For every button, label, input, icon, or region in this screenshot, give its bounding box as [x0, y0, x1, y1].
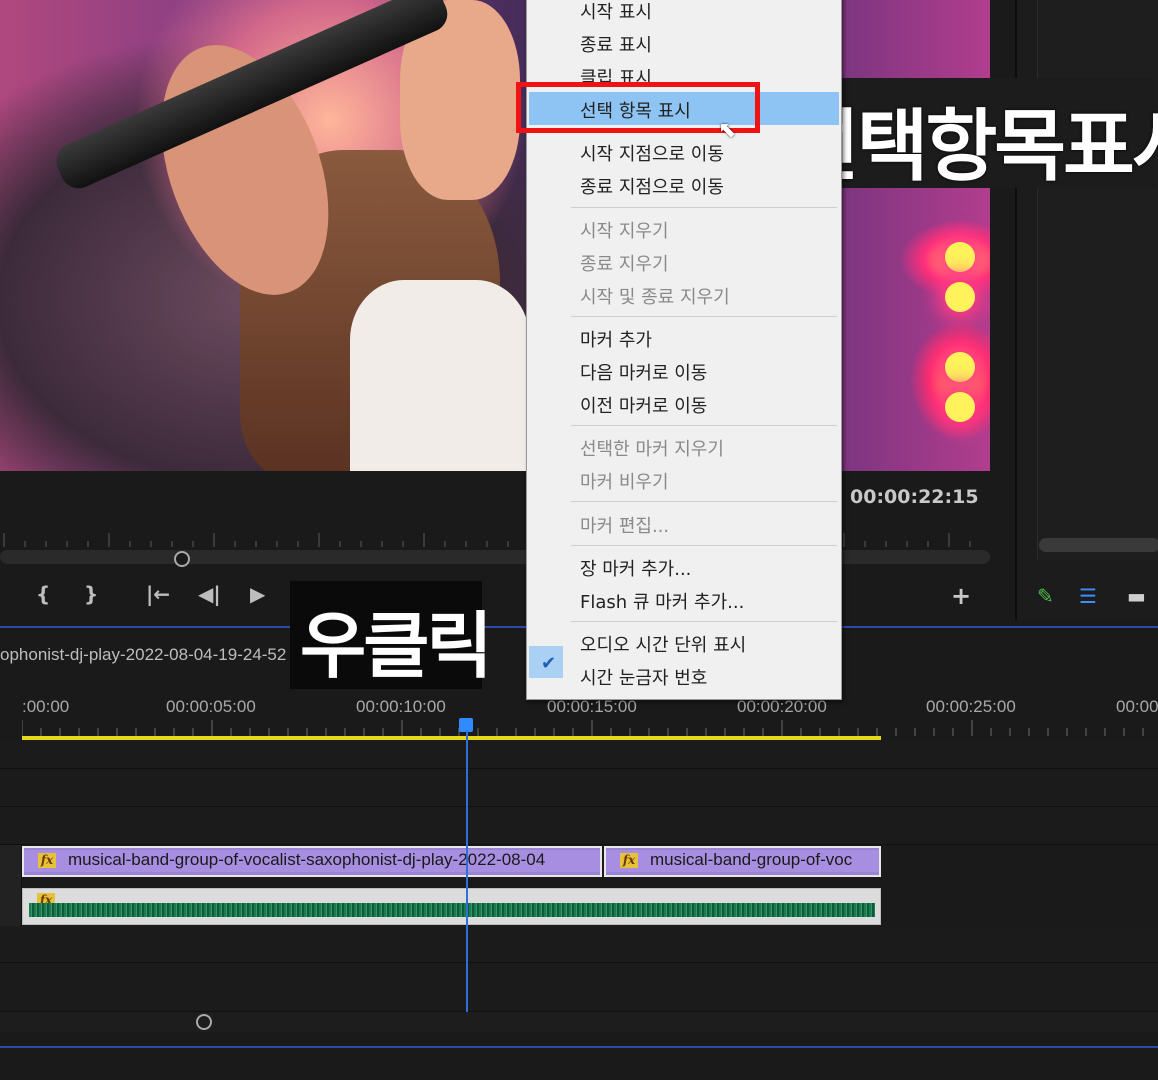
video-track-2[interactable] [0, 769, 1158, 807]
play-button[interactable]: ▶ [250, 582, 265, 606]
timeline-timecode-label: 00:00:20:00 [737, 697, 827, 716]
menu-item-clear-in[interactable]: 시작 지우기 [527, 212, 841, 245]
monitor-zoom-handle[interactable] [174, 551, 190, 567]
menu-item-previous-marker[interactable]: 이전 마커로 이동 [527, 387, 841, 420]
icon-view-icon[interactable]: ▬ [1127, 584, 1146, 608]
fx-badge-icon: fx [620, 853, 638, 868]
right-click-caption: 우클릭 [290, 581, 493, 689]
video-subject-top [350, 280, 530, 471]
clip-label: musical-band-group-of-vocalist-saxophoni… [68, 850, 546, 869]
menu-separator [571, 207, 837, 208]
menu-item-go-to-out[interactable]: 종료 지점으로 이동 [527, 168, 841, 201]
sequence-tab-name[interactable]: ophonist-dj-play-2022-08-04-19-24-52 [0, 645, 286, 665]
caption-text: 우클릭 [300, 604, 493, 688]
video-stage-light [945, 352, 975, 382]
menu-separator [571, 425, 837, 426]
timeline-timecode-label: 00:00:15:00 [547, 697, 637, 716]
button-editor-plus-button[interactable]: + [951, 582, 971, 610]
mark-out-button[interactable]: } [84, 582, 98, 606]
menu-separator [571, 621, 837, 622]
mark-in-button[interactable]: { [36, 582, 50, 606]
menu-item-show-audio-time-units[interactable]: 오디오 시간 단위 표시 [527, 626, 841, 659]
menu-item-add-flash-cue-marker[interactable]: Flash 큐 마커 추가... [527, 583, 841, 616]
menu-item-clear-selected-marker[interactable]: 선택한 마커 지우기 [527, 430, 841, 463]
go-to-in-button[interactable]: |← [146, 582, 170, 606]
video-stage-light [945, 242, 975, 272]
pencil-icon[interactable]: ✎ [1037, 584, 1054, 608]
right-panel-scrollbar[interactable] [1039, 538, 1158, 552]
video-track-3[interactable] [0, 740, 1158, 769]
menu-separator [571, 316, 837, 317]
mouse-cursor-icon: ⬉ [718, 118, 737, 143]
playhead-timecode[interactable]: 00:00:22:15 [850, 486, 979, 508]
audio-clip[interactable]: fx [22, 888, 881, 925]
playhead-line[interactable] [466, 730, 468, 1012]
menu-separator [571, 545, 837, 546]
video-clip[interactable]: fx musical-band-group-of-voc [604, 846, 881, 877]
step-back-button[interactable]: ◀| [198, 582, 221, 606]
timeline-timecode-label: :00:00 [22, 697, 70, 716]
audio-track-3[interactable] [0, 963, 1158, 1012]
timeline-zoom-handle[interactable] [196, 1014, 212, 1030]
menu-item-add-chapter-marker[interactable]: 장 마커 추가... [527, 550, 841, 583]
menu-item-clear-markers[interactable]: 마커 비우기 [527, 463, 841, 496]
clip-label: musical-band-group-of-voc [650, 850, 853, 869]
panel-divider [0, 1046, 1158, 1048]
menu-item-time-ruler-numbers[interactable]: 시간 눈금자 번호 [527, 659, 841, 692]
fx-badge-icon: fx [38, 853, 56, 868]
audio-track-2[interactable] [0, 926, 1158, 963]
menu-item-mark-in[interactable]: 시작 표시 [527, 0, 841, 26]
menu-item-go-to-in[interactable]: 시작 지점으로 이동 [527, 135, 841, 168]
timeline-timecode-label: 00:00:05:00 [166, 697, 256, 716]
video-track-1-upper[interactable] [0, 807, 1158, 845]
video-stage-light [945, 282, 975, 312]
menu-item-mark-out[interactable]: 종료 표시 [527, 26, 841, 59]
timeline-timecode-label: 00:00:10:00 [356, 697, 446, 716]
caption-text: 선택항목표시 [788, 102, 1158, 192]
menu-item-add-marker[interactable]: 마커 추가 [527, 321, 841, 354]
menu-item-next-marker[interactable]: 다음 마커로 이동 [527, 354, 841, 387]
timeline-timecode-label: 00:00:25:00 [926, 697, 1016, 716]
audio-waveform [29, 903, 875, 917]
menu-item-clear-out[interactable]: 종료 지우기 [527, 245, 841, 278]
timeline-timecode-label: 00:00 [1116, 697, 1158, 716]
menu-item-edit-marker[interactable]: 마커 편집... [527, 507, 841, 540]
menu-item-clear-in-out[interactable]: 시작 및 종료 지우기 [527, 278, 841, 311]
menu-separator [571, 501, 837, 502]
list-view-icon[interactable]: ☰ [1079, 584, 1097, 608]
video-clip[interactable]: fx musical-band-group-of-vocalist-saxoph… [22, 846, 602, 877]
timeline-zoom-scrollbar[interactable] [0, 1012, 1158, 1032]
video-stage-light [945, 392, 975, 422]
